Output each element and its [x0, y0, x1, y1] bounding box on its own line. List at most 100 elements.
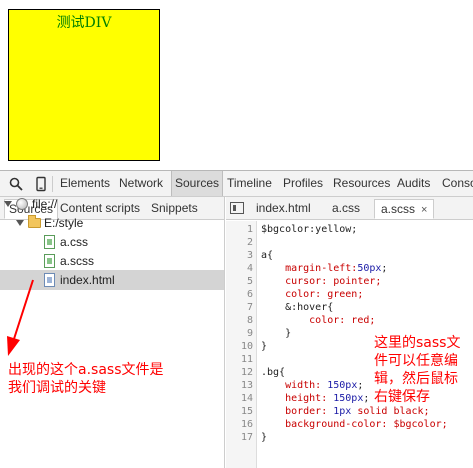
code-line: margin-left:50px;	[261, 262, 387, 275]
editor-tab-a-css[interactable]: a.css	[326, 199, 366, 219]
code-token: $bgcolor:yellow;	[261, 224, 358, 235]
line-number: 17	[240, 432, 253, 443]
code-token: }	[261, 432, 268, 443]
css-file-icon	[44, 254, 55, 268]
tree-item-label: file://	[32, 197, 58, 211]
line-number: 12	[240, 367, 253, 378]
right-annotation-line: 辑，然后鼠标	[374, 371, 458, 387]
right-annotation-line: 这里的sass文	[374, 335, 461, 351]
line-number: 8	[246, 315, 253, 326]
code-line: cursor: pointer;	[261, 275, 381, 288]
tree-item[interactable]: E:/style	[0, 213, 224, 233]
tab-audits[interactable]: Audits	[394, 171, 433, 196]
devtools-panel: Elements Network Sources Timeline Profiles Re…	[0, 170, 473, 468]
expand-triangle-icon[interactable]	[4, 201, 12, 207]
tab-resources[interactable]: Resources	[330, 171, 393, 196]
code-token: &:hover{	[261, 302, 334, 313]
tab-elements[interactable]: Elements	[57, 171, 113, 196]
code-line: height: 150px;	[261, 392, 369, 405]
code-line: }	[261, 431, 267, 444]
left-annotation-line: 我们调试的关键	[8, 380, 106, 396]
tab-profiles[interactable]: Profiles	[280, 171, 326, 196]
code-token: height:	[261, 393, 334, 404]
line-number: 11	[240, 354, 253, 365]
search-icon[interactable]	[8, 176, 24, 192]
line-number: 5	[246, 276, 253, 287]
device-icon[interactable]	[33, 176, 49, 192]
line-number: 1	[246, 224, 253, 235]
code-token: solid black;	[351, 406, 430, 417]
line-number: 3	[246, 250, 253, 261]
line-number: 13	[240, 380, 253, 391]
left-annotation-arrow	[7, 279, 34, 356]
tab-timeline[interactable]: Timeline	[224, 171, 275, 196]
code-token: border:	[261, 406, 334, 417]
code-token: }	[261, 341, 268, 352]
code-line: $bgcolor:yellow;	[261, 223, 357, 236]
tree-item-label: a.css	[60, 235, 89, 249]
left-annotation-line: 出现的这个a.sass文件是	[8, 362, 164, 378]
code-token: .bg{	[261, 367, 286, 378]
editor-tab-label: a.css	[332, 201, 361, 215]
line-number: 14	[240, 393, 253, 404]
code-token: color: red;	[261, 315, 376, 326]
page-viewport: 测试DIV	[0, 0, 473, 170]
line-number: 15	[240, 406, 253, 417]
expand-triangle-icon[interactable]	[16, 220, 24, 226]
code-token: cursor: pointer;	[261, 276, 382, 287]
editor-tab-a-scss[interactable]: a.scss ×	[374, 199, 435, 219]
tab-sources[interactable]: Sources	[171, 171, 224, 196]
code-token: color: green;	[261, 289, 364, 300]
code-token: width:	[261, 380, 328, 391]
code-token: }	[261, 328, 292, 339]
test-div[interactable]: 测试DIV	[8, 9, 160, 161]
tree-item[interactable]: a.css	[0, 232, 224, 252]
left-annotation: 出现的这个a.sass文件是 我们调试的关键	[8, 361, 164, 397]
code-token: ;	[381, 263, 388, 274]
line-number: 10	[240, 341, 253, 352]
editor-tab-index-html[interactable]: index.html	[250, 199, 317, 219]
right-annotation-line: 右键保存	[374, 389, 430, 405]
tree-item[interactable]: a.scss	[0, 251, 224, 271]
code-token: 150px	[333, 393, 364, 404]
code-line: &:hover{	[261, 301, 333, 314]
source-editor: index.html a.css a.scss × 1 2 3 4 5 6 7 8 9 10 11 12 13…	[226, 197, 473, 468]
tree-item-label: index.html	[60, 273, 115, 287]
editor-tab-label: index.html	[256, 201, 311, 215]
editor-tab-label: a.scss	[381, 202, 416, 216]
tree-item-label: a.scss	[60, 254, 95, 268]
css-file-icon	[44, 235, 55, 249]
code-token: ;	[357, 380, 364, 391]
code-line: .bg{	[261, 366, 285, 379]
code-token: background-color: $bgcolor;	[261, 419, 448, 430]
line-number: 2	[246, 237, 253, 248]
code-line: background-color: $bgcolor;	[261, 418, 448, 431]
code-line: }	[261, 340, 267, 353]
globe-icon	[16, 198, 28, 210]
code-token: 150px	[327, 380, 358, 391]
editor-tabs: index.html a.css a.scss ×	[226, 197, 473, 220]
code-line: }	[261, 327, 291, 340]
code-token: a{	[261, 250, 274, 261]
code-line: color: red;	[261, 314, 375, 327]
code-line: width: 150px;	[261, 379, 363, 392]
code-line: border: 1px solid black;	[261, 405, 430, 418]
toggle-navigator-icon[interactable]	[230, 202, 244, 214]
line-number: 7	[246, 302, 253, 313]
code-token: margin-left:	[261, 263, 358, 274]
line-number: 6	[246, 289, 253, 300]
close-icon[interactable]: ×	[421, 204, 427, 216]
line-number: 9	[246, 328, 253, 339]
toolbar-separator	[52, 176, 53, 192]
tab-conso[interactable]: Conso	[439, 171, 473, 196]
test-div-text: 测试DIV	[56, 15, 112, 31]
folder-icon	[28, 215, 41, 228]
line-number: 16	[240, 419, 253, 430]
code-token: 1px	[333, 406, 352, 417]
code-line: a{	[261, 249, 273, 262]
right-annotation: 这里的sass文 件可以任意编 辑，然后鼠标 右键保存	[374, 334, 473, 406]
tree-item-label: E:/style	[44, 216, 84, 230]
tree-item[interactable]: file://	[0, 194, 224, 214]
line-number-gutter: 1 2 3 4 5 6 7 8 9 10 11 12 13 14 15 16 17	[226, 221, 257, 468]
tab-network[interactable]: Network	[116, 171, 166, 196]
